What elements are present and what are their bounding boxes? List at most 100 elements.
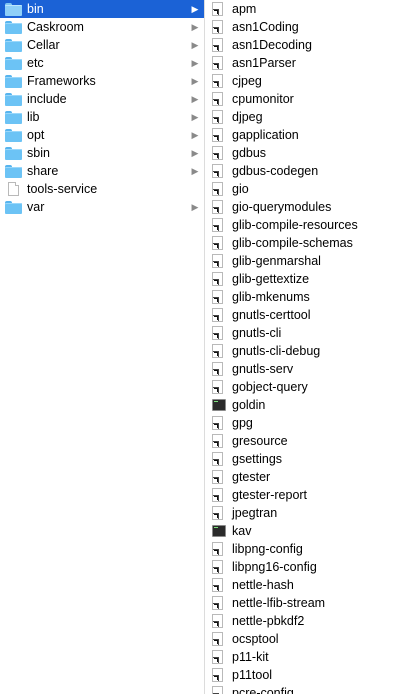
item-label: sbin bbox=[27, 146, 50, 160]
item-label: gtester bbox=[232, 470, 271, 484]
file-row-gio-querymodules[interactable]: gio-querymodules bbox=[205, 198, 404, 216]
file-row-nettle-pbkdf2[interactable]: nettle-pbkdf2 bbox=[205, 612, 404, 630]
folder-row-etc[interactable]: etc ▶ bbox=[0, 54, 204, 72]
alias-document-icon bbox=[212, 686, 223, 694]
folder-row-cellar[interactable]: Cellar ▶ bbox=[0, 36, 204, 54]
folder-row-lib[interactable]: lib ▶ bbox=[0, 108, 204, 126]
file-row-pcre-config[interactable]: pcre-config bbox=[205, 684, 404, 694]
file-row-gnutls-cli-debug[interactable]: gnutls-cli-debug bbox=[205, 342, 404, 360]
item-label: gsettings bbox=[232, 452, 283, 466]
item-label: gdbus-codegen bbox=[232, 164, 319, 178]
file-row-djpeg[interactable]: djpeg bbox=[205, 108, 404, 126]
file-row-jpegtran[interactable]: jpegtran bbox=[205, 504, 404, 522]
file-row-gdbus[interactable]: gdbus bbox=[205, 144, 404, 162]
file-row-gnutls-cli[interactable]: gnutls-cli bbox=[205, 324, 404, 342]
item-label: gio bbox=[232, 182, 249, 196]
file-row-nettle-lfib-stream[interactable]: nettle-lfib-stream bbox=[205, 594, 404, 612]
folder-row-sbin[interactable]: sbin ▶ bbox=[0, 144, 204, 162]
item-label: glib-gettextize bbox=[232, 272, 310, 286]
file-row-glib-compile-resources[interactable]: glib-compile-resources bbox=[205, 216, 404, 234]
file-row-cpumonitor[interactable]: cpumonitor bbox=[205, 90, 404, 108]
item-label: Caskroom bbox=[27, 20, 84, 34]
folder-row-var[interactable]: var ▶ bbox=[0, 198, 204, 216]
document-icon bbox=[8, 182, 19, 196]
item-label: goldin bbox=[232, 398, 266, 412]
file-row-gapplication[interactable]: gapplication bbox=[205, 126, 404, 144]
alias-document-icon bbox=[212, 20, 223, 34]
file-row-ocsptool[interactable]: ocsptool bbox=[205, 630, 404, 648]
item-label: gdbus bbox=[232, 146, 267, 160]
file-row-gtester[interactable]: gtester bbox=[205, 468, 404, 486]
file-row-gnutls-serv[interactable]: gnutls-serv bbox=[205, 360, 404, 378]
item-label: nettle-lfib-stream bbox=[232, 596, 326, 610]
file-row-gnutls-certtool[interactable]: gnutls-certtool bbox=[205, 306, 404, 324]
chevron-right-icon: ▶ bbox=[191, 22, 199, 32]
terminal-executable-icon bbox=[212, 399, 226, 411]
file-row-glib-compile-schemas[interactable]: glib-compile-schemas bbox=[205, 234, 404, 252]
file-row-glib-gettextize[interactable]: glib-gettextize bbox=[205, 270, 404, 288]
item-label: kav bbox=[232, 524, 252, 538]
folder-row-include[interactable]: include ▶ bbox=[0, 90, 204, 108]
file-row-asn1parser[interactable]: asn1Parser bbox=[205, 54, 404, 72]
file-row-cjpeg[interactable]: cjpeg bbox=[205, 72, 404, 90]
file-row-gsettings[interactable]: gsettings bbox=[205, 450, 404, 468]
item-label: share bbox=[27, 164, 59, 178]
file-row-glib-genmarshal[interactable]: glib-genmarshal bbox=[205, 252, 404, 270]
file-row-asn1decoding[interactable]: asn1Decoding bbox=[205, 36, 404, 54]
item-label: Cellar bbox=[27, 38, 60, 52]
item-label: gapplication bbox=[232, 128, 299, 142]
item-label: glib-genmarshal bbox=[232, 254, 321, 268]
file-row-glib-mkenums[interactable]: glib-mkenums bbox=[205, 288, 404, 306]
item-label: asn1Coding bbox=[232, 20, 299, 34]
item-label: lib bbox=[27, 110, 40, 124]
file-row-gobject-query[interactable]: gobject-query bbox=[205, 378, 404, 396]
folder-row-bin[interactable]: bin ▶ bbox=[0, 0, 204, 18]
file-row-apm[interactable]: apm bbox=[205, 0, 404, 18]
folder-icon bbox=[5, 57, 22, 70]
file-row-gpg[interactable]: gpg bbox=[205, 414, 404, 432]
folder-row-frameworks[interactable]: Frameworks ▶ bbox=[0, 72, 204, 90]
file-row-gdbus-codegen[interactable]: gdbus-codegen bbox=[205, 162, 404, 180]
file-row-p11-kit[interactable]: p11-kit bbox=[205, 648, 404, 666]
alias-document-icon bbox=[212, 470, 223, 484]
file-row-kav[interactable]: kav bbox=[205, 522, 404, 540]
folder-icon bbox=[5, 39, 22, 52]
alias-document-icon bbox=[212, 2, 223, 16]
file-row-nettle-hash[interactable]: nettle-hash bbox=[205, 576, 404, 594]
item-label: gnutls-certtool bbox=[232, 308, 311, 322]
file-row-libpng16-config[interactable]: libpng16-config bbox=[205, 558, 404, 576]
file-row-gtester-report[interactable]: gtester-report bbox=[205, 486, 404, 504]
folder-row-caskroom[interactable]: Caskroom ▶ bbox=[0, 18, 204, 36]
item-label: gpg bbox=[232, 416, 253, 430]
alias-document-icon bbox=[212, 416, 223, 430]
item-label: glib-compile-resources bbox=[232, 218, 358, 232]
file-row-p11tool[interactable]: p11tool bbox=[205, 666, 404, 684]
file-row-asn1coding[interactable]: asn1Coding bbox=[205, 18, 404, 36]
alias-document-icon bbox=[212, 452, 223, 466]
alias-document-icon bbox=[212, 614, 223, 628]
chevron-right-icon: ▶ bbox=[191, 166, 199, 176]
chevron-right-icon: ▶ bbox=[191, 58, 199, 68]
file-row-libpng-config[interactable]: libpng-config bbox=[205, 540, 404, 558]
file-row-gresource[interactable]: gresource bbox=[205, 432, 404, 450]
item-label: bin bbox=[27, 2, 44, 16]
item-label: glib-compile-schemas bbox=[232, 236, 353, 250]
file-row-gio[interactable]: gio bbox=[205, 180, 404, 198]
alias-document-icon bbox=[212, 92, 223, 106]
item-label: gresource bbox=[232, 434, 288, 448]
alias-document-icon bbox=[212, 326, 223, 340]
folder-row-opt[interactable]: opt ▶ bbox=[0, 126, 204, 144]
alias-document-icon bbox=[212, 668, 223, 682]
chevron-right-icon: ▶ bbox=[191, 148, 199, 158]
item-label: libpng16-config bbox=[232, 560, 317, 574]
alias-document-icon bbox=[212, 362, 223, 376]
alias-document-icon bbox=[212, 560, 223, 574]
alias-document-icon bbox=[212, 272, 223, 286]
file-row-goldin[interactable]: goldin bbox=[205, 396, 404, 414]
folder-icon bbox=[5, 129, 22, 142]
item-label: var bbox=[27, 200, 45, 214]
alias-document-icon bbox=[212, 74, 223, 88]
folder-row-share[interactable]: share ▶ bbox=[0, 162, 204, 180]
folder-icon bbox=[5, 93, 22, 106]
folder-row-tools-service[interactable]: tools-service bbox=[0, 180, 204, 198]
